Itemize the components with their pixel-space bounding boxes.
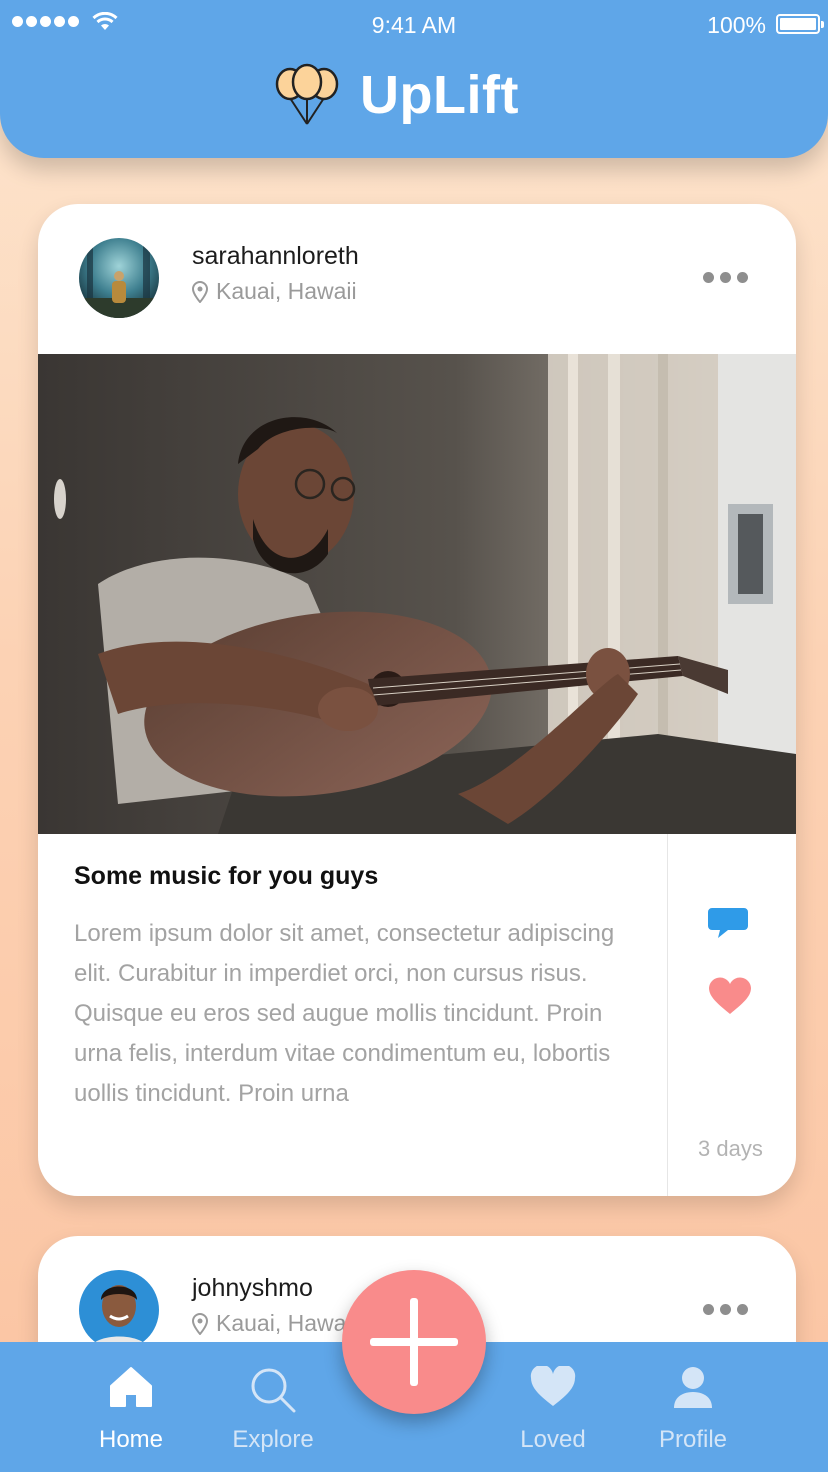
post-username[interactable]: johnyshmo xyxy=(192,1274,313,1303)
person-icon xyxy=(674,1367,712,1408)
tab-label: Home xyxy=(98,1426,164,1453)
location-text: Kauai, Hawaii xyxy=(216,1310,357,1336)
more-options-icon[interactable] xyxy=(703,272,748,283)
tab-label: Profile xyxy=(658,1426,728,1453)
post-location: Kauai, Hawaii xyxy=(192,278,357,305)
location-pin-icon xyxy=(192,1312,208,1335)
divider xyxy=(667,834,668,1196)
avatar[interactable] xyxy=(79,238,159,318)
avatar[interactable] xyxy=(79,1270,159,1350)
tab-explore[interactable]: Explore xyxy=(208,1342,338,1472)
app-header: 9:41 AM 100% UpLift xyxy=(0,0,828,158)
battery-percentage: 100% xyxy=(707,12,766,38)
tab-label: Explore xyxy=(232,1426,314,1453)
app-logo: UpLift xyxy=(274,62,519,128)
add-post-button[interactable] xyxy=(342,1270,486,1414)
balloons-icon xyxy=(275,63,339,125)
tab-loved[interactable]: Loved xyxy=(488,1342,618,1472)
post-timestamp: 3 days xyxy=(698,1136,763,1161)
location-pin-icon xyxy=(192,280,208,303)
tab-profile[interactable]: Profile xyxy=(628,1342,758,1472)
tab-home[interactable]: Home xyxy=(66,1342,196,1472)
more-options-icon[interactable] xyxy=(703,1304,748,1315)
status-time: 9:41 AM xyxy=(371,12,457,38)
home-icon xyxy=(110,1367,152,1407)
comment-icon[interactable] xyxy=(708,906,748,940)
post-card[interactable]: sarahannloreth Kauai, Hawaii Some music … xyxy=(38,204,796,1196)
post-image[interactable] xyxy=(38,354,796,834)
search-icon xyxy=(251,1368,296,1413)
heart-icon xyxy=(530,1366,576,1406)
post-location: Kauai, Hawaii xyxy=(192,1310,357,1337)
battery-icon xyxy=(776,14,824,34)
status-bar: 9:41 AM 100% xyxy=(0,0,828,50)
post-title: Some music for you guys xyxy=(74,862,379,890)
post-username[interactable]: sarahannloreth xyxy=(192,242,359,271)
location-text: Kauai, Hawaii xyxy=(216,278,357,304)
tab-label: Loved xyxy=(520,1426,586,1453)
post-body: Lorem ipsum dolor sit amet, consectetur … xyxy=(74,920,615,1107)
like-heart-icon[interactable] xyxy=(708,976,752,1016)
app-title: UpLift xyxy=(360,65,519,125)
